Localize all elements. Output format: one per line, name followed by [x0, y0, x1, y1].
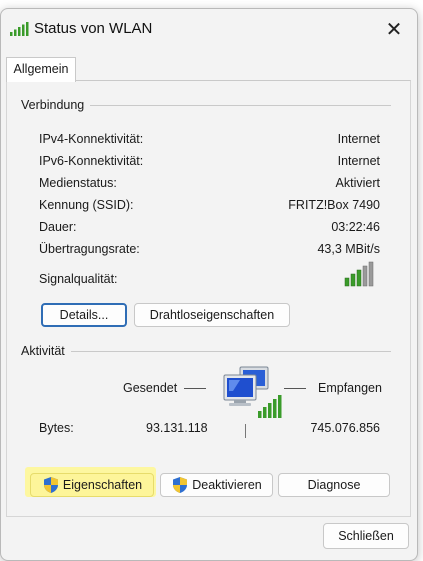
ipv6-label: IPv6-Konnektivität: — [39, 154, 144, 168]
received-label: Empfangen — [318, 381, 382, 395]
properties-button-label: Eigenschaften — [62, 478, 143, 492]
title-bar: Status von WLAN ✕ — [1, 9, 417, 49]
duration-value: 03:22:46 — [331, 220, 380, 234]
activity-divider — [21, 351, 391, 352]
signal-quality-label: Signalqualität: — [39, 272, 118, 286]
ssid-value: FRITZ!Box 7490 — [288, 198, 380, 212]
received-connector-line — [284, 388, 306, 389]
bytes-separator — [245, 424, 246, 438]
details-button[interactable]: Details... — [41, 303, 127, 327]
diagnose-button[interactable]: Diagnose — [278, 473, 390, 497]
wireless-properties-button[interactable]: Drahtloseigenschaften — [134, 303, 290, 327]
media-status-label: Medienstatus: — [39, 176, 117, 190]
bytes-received-value: 745.076.856 — [310, 421, 380, 435]
ipv4-label: IPv4-Konnektivität: — [39, 132, 144, 146]
window-title: Status von WLAN — [34, 20, 153, 37]
uac-shield-icon — [43, 477, 58, 493]
sent-label: Gesendet — [123, 381, 178, 395]
transfer-rate-value: 43,3 MBit/s — [317, 242, 380, 256]
bytes-label: Bytes: — [39, 421, 74, 435]
wifi-signal-icon — [10, 22, 29, 36]
properties-button[interactable]: Eigenschaften — [30, 473, 154, 497]
bytes-sent-value: 93.131.118 — [146, 421, 208, 435]
media-status-value: Aktiviert — [335, 176, 380, 190]
ipv4-value: Internet — [337, 132, 380, 146]
wlan-status-dialog: Status von WLAN ✕ Allgemein Verbindung I… — [0, 8, 418, 561]
general-panel: Verbindung IPv4-Konnektivität: Internet … — [6, 80, 411, 517]
uac-shield-icon — [173, 477, 188, 493]
connection-group-title: Verbindung — [21, 98, 91, 112]
ipv6-value: Internet — [337, 154, 380, 168]
close-button[interactable]: Schließen — [323, 523, 409, 549]
transfer-rate-label: Übertragungsrate: — [39, 242, 140, 256]
duration-label: Dauer: — [39, 220, 77, 234]
deactivate-button-label: Deaktivieren — [192, 478, 262, 492]
activity-group-title: Aktivität — [21, 344, 71, 358]
sent-connector-line — [184, 388, 206, 389]
ssid-label: Kennung (SSID): — [39, 198, 134, 212]
network-computers-icon — [223, 366, 282, 418]
signal-bars-icon — [344, 261, 374, 287]
deactivate-button[interactable]: Deaktivieren — [160, 473, 273, 497]
tab-allgemein[interactable]: Allgemein — [6, 57, 76, 82]
close-icon[interactable]: ✕ — [371, 9, 417, 49]
